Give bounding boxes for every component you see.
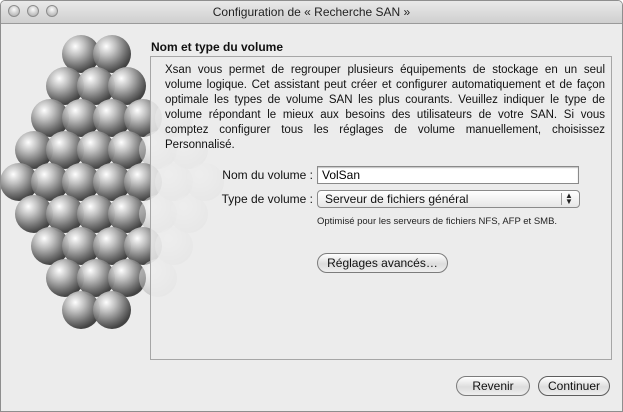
back-button[interactable]: Revenir <box>456 376 530 396</box>
volume-type-label: Type de volume : <box>221 192 313 206</box>
content-panel: Xsan vous permet de regrouper plusieurs … <box>150 56 612 360</box>
assistant-window: Configuration de « Recherche SAN » Nom e… <box>0 0 623 412</box>
volume-type-popup[interactable]: Serveur de fichiers général ▲ ▼ <box>317 190 580 208</box>
advanced-settings-button[interactable]: Réglages avancés… <box>317 253 448 273</box>
section-heading: Nom et type du volume <box>151 40 284 54</box>
popup-arrows-icon: ▲ ▼ <box>561 192 576 206</box>
continue-button[interactable]: Continuer <box>538 376 610 396</box>
window-title: Configuration de « Recherche SAN » <box>212 5 411 19</box>
description-text: Xsan vous permet de regrouper plusieurs … <box>165 64 605 151</box>
volume-name-label: Nom du volume : <box>222 168 313 182</box>
volume-type-value: Serveur de fichiers général <box>325 192 469 206</box>
volume-type-hint: Optimisé pour les serveurs de fichiers N… <box>317 216 558 227</box>
decorative-sphere <box>93 291 131 329</box>
volume-name-field[interactable] <box>317 166 579 184</box>
title-bar: Configuration de « Recherche SAN » <box>1 1 622 24</box>
